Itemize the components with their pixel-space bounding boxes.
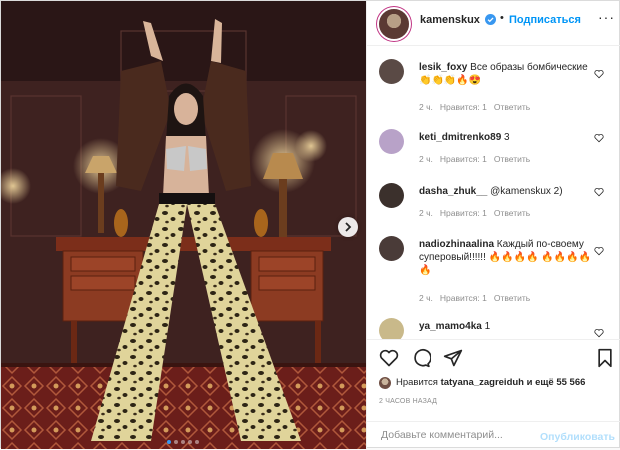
like-comment-heart-icon[interactable] <box>594 133 604 143</box>
like-comment-heart-icon[interactable] <box>594 328 604 338</box>
liker-avatar[interactable] <box>379 377 391 389</box>
like-heart-icon[interactable] <box>379 348 399 368</box>
comment-likes[interactable]: Нравится: 1 <box>440 293 487 303</box>
publish-button[interactable]: Опубликовать <box>540 431 615 443</box>
carousel-dot <box>188 440 192 444</box>
chevron-right-icon <box>345 222 352 232</box>
likes-prefix: Нравится <box>396 377 438 388</box>
comment-meta: 2 ч. Нравится: 1 Ответить <box>419 154 530 164</box>
reply-button[interactable]: Ответить <box>494 208 530 218</box>
comments-list: lesik_foxy Все образы бомбические👏👏👏🔥😍 2… <box>367 46 620 339</box>
like-comment-heart-icon[interactable] <box>594 187 604 197</box>
comment-likes[interactable]: Нравится: 1 <box>440 102 487 112</box>
comment-time: 2 ч. <box>419 208 433 218</box>
post-photo[interactable] <box>1 1 366 449</box>
comment-likes[interactable]: Нравится: 1 <box>440 154 487 164</box>
carousel-dot <box>195 440 199 444</box>
add-comment-bar: Опубликовать <box>367 421 620 450</box>
comment-time: 2 ч. <box>419 154 433 164</box>
comment-likes[interactable]: Нравится: 1 <box>440 208 487 218</box>
share-icon[interactable] <box>443 348 463 368</box>
like-comment-heart-icon[interactable] <box>594 69 604 79</box>
commenter-username[interactable]: keti_dmitrenko89 <box>419 132 501 143</box>
comment-body: dasha_zhuk__ @kamenskux 2) <box>419 185 599 198</box>
save-bookmark-icon[interactable] <box>595 348 615 368</box>
commenter-username[interactable]: lesik_foxy <box>419 62 467 73</box>
carousel-dot <box>181 440 185 444</box>
comment-text: @kamenskux 2) <box>490 186 563 197</box>
carousel-dot <box>167 440 171 444</box>
instagram-post: kamenskux • Подписаться ··· lesik_foxy В… <box>0 0 620 449</box>
like-comment-heart-icon[interactable] <box>594 246 604 256</box>
carousel-dot <box>174 440 178 444</box>
reply-button[interactable]: Ответить <box>494 154 530 164</box>
commenter-avatar[interactable] <box>379 318 404 339</box>
header-separator: • <box>500 12 504 24</box>
comment-time: 2 ч. <box>419 293 433 303</box>
comment-icon[interactable] <box>411 348 431 368</box>
commenter-avatar[interactable] <box>379 129 404 154</box>
commenter-username[interactable]: nadiozhinaalina <box>419 239 494 250</box>
comment-time: 2 ч. <box>419 102 433 112</box>
more-options-icon[interactable]: ··· <box>598 10 614 26</box>
post-header: kamenskux • Подписаться ··· <box>367 1 620 46</box>
author-username[interactable]: kamenskux <box>420 14 480 26</box>
comment-text: 3 <box>504 132 510 143</box>
author-avatar[interactable] <box>379 9 409 39</box>
follow-button[interactable]: Подписаться <box>509 14 581 26</box>
likes-count[interactable]: и ещё 55 566 <box>527 377 586 388</box>
commenter-username[interactable]: dasha_zhuk__ <box>419 186 487 197</box>
photo-illustration <box>1 1 366 449</box>
comment-meta: 2 ч. Нравится: 1 Ответить <box>419 102 530 112</box>
add-comment-input[interactable] <box>379 428 533 442</box>
comment-meta: 2 ч. Нравится: 1 Ответить <box>419 208 530 218</box>
commenter-avatar[interactable] <box>379 183 404 208</box>
post-actions-bar <box>367 339 620 380</box>
comment-body: nadiozhinaalina Каждый по-своему суперов… <box>419 238 599 277</box>
comment-body: ya_mamo4ka 1 <box>419 320 599 333</box>
comment-body: keti_dmitrenko89 3 <box>419 131 599 144</box>
next-photo-button[interactable] <box>338 217 358 237</box>
reply-button[interactable]: Ответить <box>494 293 530 303</box>
post-side-panel: kamenskux • Подписаться ··· lesik_foxy В… <box>366 1 620 449</box>
post-timestamp[interactable]: 2 ЧАСОВ НАЗАД <box>379 398 437 405</box>
comment-meta: 2 ч. Нравится: 1 Ответить <box>419 293 530 303</box>
comment-text: 1 <box>484 321 491 332</box>
liker-username[interactable]: tatyana_zagreiduh <box>441 377 524 388</box>
carousel-indicator <box>167 440 199 444</box>
verified-badge-icon <box>485 14 496 25</box>
commenter-avatar[interactable] <box>379 59 404 84</box>
likes-text: Нравится tatyana_zagreiduh и ещё 55 566 <box>396 377 585 388</box>
comment-body: lesik_foxy Все образы бомбические👏👏👏🔥😍 <box>419 61 599 87</box>
reply-button[interactable]: Ответить <box>494 102 530 112</box>
commenter-username[interactable]: ya_mamo4ka <box>419 321 482 332</box>
commenter-avatar[interactable] <box>379 236 404 261</box>
